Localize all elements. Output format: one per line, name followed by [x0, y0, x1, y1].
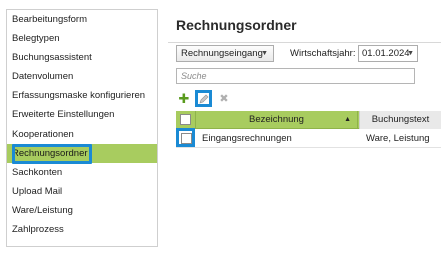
sort-ascending-icon: ▲	[344, 116, 351, 123]
table-row[interactable]: Eingangsrechnungen Ware, Leistung	[176, 128, 441, 148]
row-checkbox-highlight	[176, 128, 195, 147]
sidebar-item-label: Bearbeitungsform	[12, 14, 87, 25]
sidebar-item-rechnungsordner[interactable]: Rechnungsordner	[7, 143, 157, 164]
sidebar-item-bearbeitungsform[interactable]: Bearbeitungsform	[7, 10, 157, 29]
sidebar-item-label: Sachkonten	[12, 166, 63, 178]
header-checkbox-cell	[176, 111, 196, 129]
sidebar-item-label: Ware/Leistung	[12, 204, 73, 216]
divider	[168, 42, 441, 43]
column-header-label: Bezeichnung	[249, 114, 304, 125]
folder-type-value: Rechnungseingang	[181, 48, 263, 59]
column-header-label: Buchungstext	[371, 114, 430, 125]
sidebar-item-label: Erweiterte Einstellungen	[12, 109, 115, 121]
edit-button[interactable]	[195, 90, 212, 107]
main-panel: Rechnungsordner Rechnungseingang ▼ Wirts…	[168, 9, 441, 253]
sidebar-item-label: Erfassungsmaske konfigurieren	[12, 90, 146, 102]
chevron-down-icon: ▼	[261, 50, 268, 57]
folder-type-select[interactable]: Rechnungseingang ▼	[176, 45, 274, 62]
sidebar-item-label: Upload Mail	[12, 185, 63, 197]
sidebar-item-belegtypen[interactable]: Belegtypen	[7, 29, 157, 48]
chevron-down-icon: ▼	[407, 50, 414, 57]
cell-buchungstext: Ware, Leistung	[366, 133, 430, 144]
sidebar-item-label: Zahlprozess	[12, 224, 64, 236]
focus-highlight	[12, 143, 92, 164]
sidebar: Bearbeitungsform Belegtypen Buchungsassi…	[6, 9, 158, 247]
sidebar-item-erweiterte-einstellungen[interactable]: Erweiterte Einstellungen	[7, 105, 157, 124]
pencil-icon	[199, 94, 209, 104]
row-checkbox[interactable]	[181, 133, 192, 144]
search-input[interactable]	[176, 68, 415, 84]
sidebar-item-ware-leistung[interactable]: Ware/Leistung	[7, 201, 157, 220]
sidebar-item-label: Kooperationen	[12, 128, 74, 140]
add-button[interactable]: ✚	[178, 92, 190, 106]
sidebar-item-upload-mail[interactable]: Upload Mail	[7, 182, 157, 201]
sidebar-item-buchungsassistent[interactable]: Buchungsassistent	[7, 48, 157, 67]
page-title: Rechnungsordner	[176, 17, 297, 33]
column-header-bezeichnung[interactable]: Bezeichnung ▲	[196, 111, 358, 129]
fiscal-year-label: Wirtschaftsjahr:	[290, 48, 356, 59]
sidebar-item-erfassungsmaske[interactable]: Erfassungsmaske konfigurieren	[7, 86, 157, 105]
x-icon: ✖	[219, 93, 229, 105]
sidebar-item-label: Buchungsassistent	[12, 52, 92, 64]
delete-button[interactable]: ✖	[218, 92, 230, 106]
sidebar-item-zahlprozess[interactable]: Zahlprozess	[7, 220, 157, 239]
sidebar-item-sachkonten[interactable]: Sachkonten	[7, 163, 157, 182]
fiscal-year-value: 01.01.2024	[362, 48, 410, 59]
sidebar-item-datenvolumen[interactable]: Datenvolumen	[7, 67, 157, 86]
plus-icon: ✚	[178, 91, 190, 106]
sidebar-item-label: Belegtypen	[12, 33, 60, 45]
folder-grid: Bezeichnung ▲ Buchungstext Eingangsrechn…	[176, 111, 441, 148]
cell-bezeichnung: Eingangsrechnungen	[202, 133, 292, 144]
fiscal-year-select[interactable]: 01.01.2024 ▼	[358, 45, 418, 62]
grid-header: Bezeichnung ▲ Buchungstext	[176, 111, 441, 129]
sidebar-item-label: Datenvolumen	[12, 71, 74, 83]
column-header-buchungstext[interactable]: Buchungstext	[359, 111, 441, 129]
sidebar-item-kooperationen[interactable]: Kooperationen	[7, 125, 157, 144]
select-all-checkbox[interactable]	[180, 114, 191, 125]
